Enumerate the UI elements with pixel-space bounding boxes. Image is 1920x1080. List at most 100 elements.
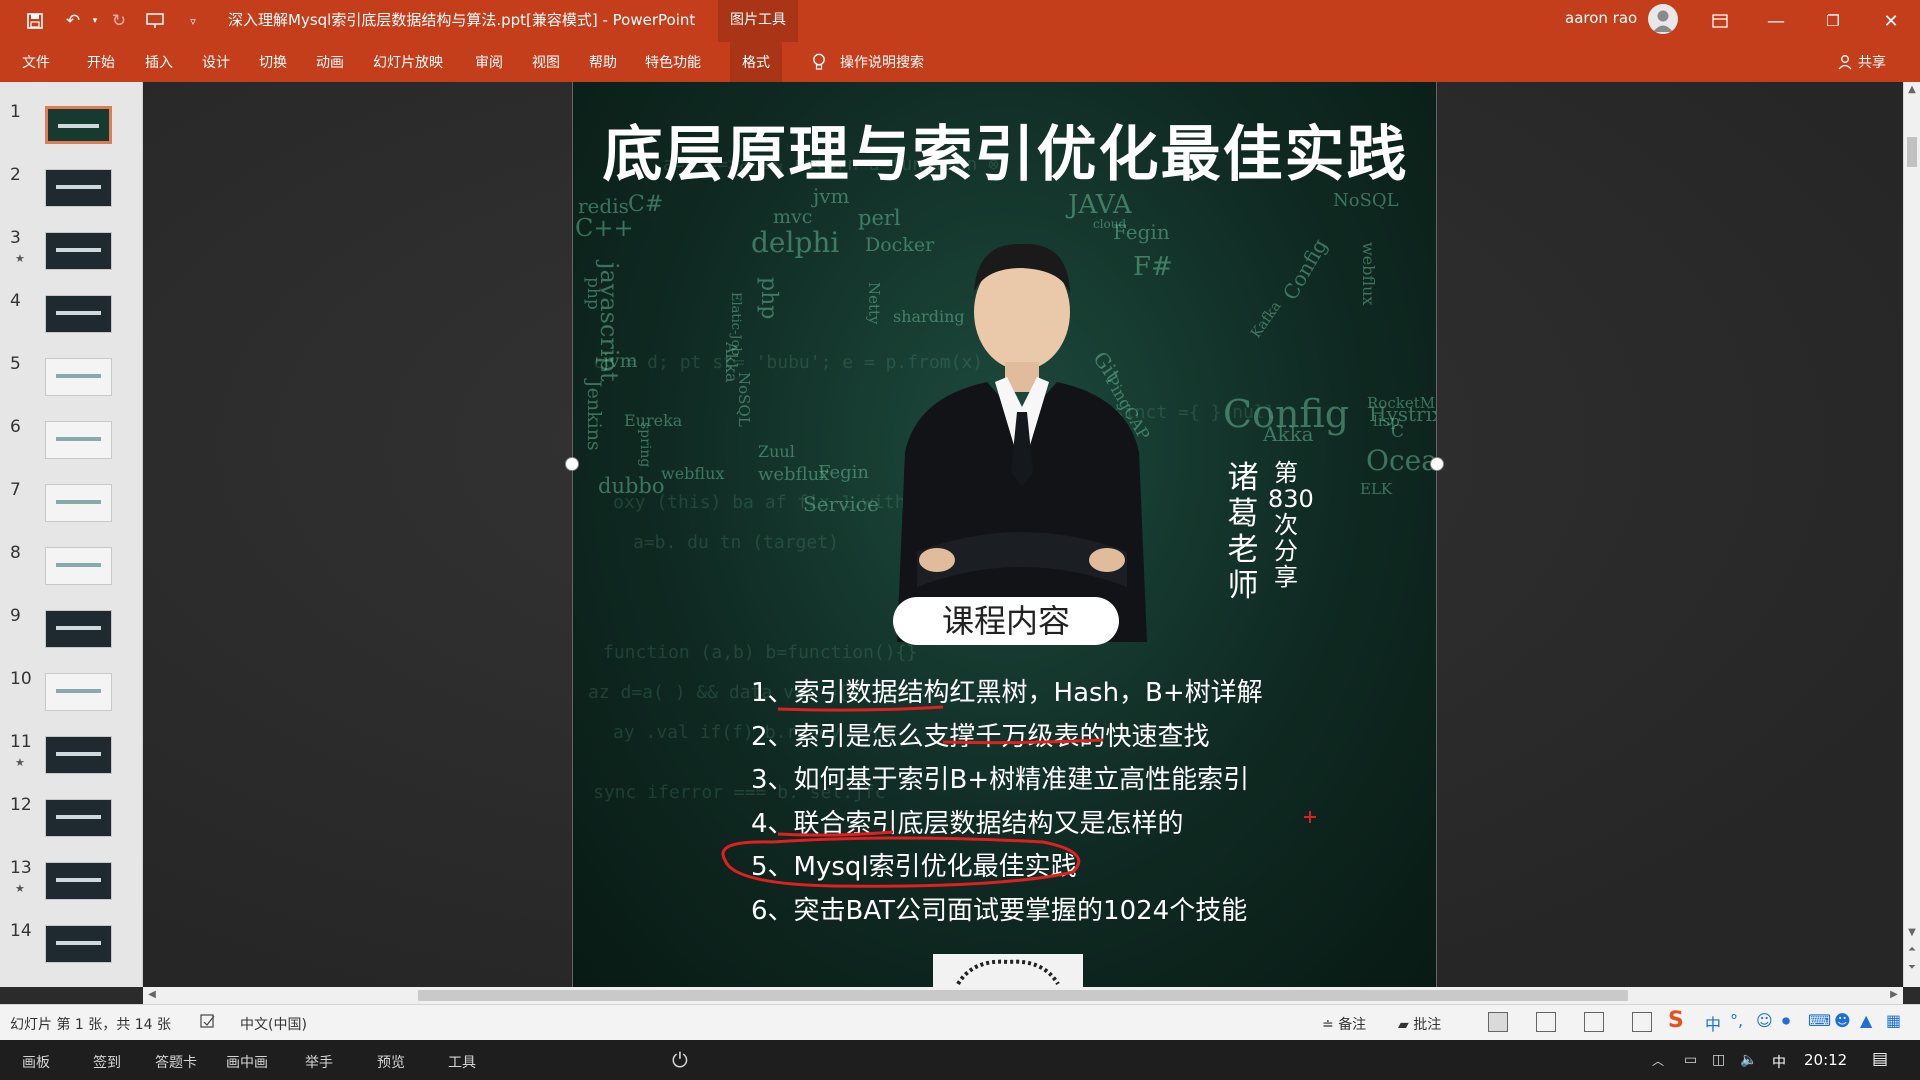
slide-thumbnail[interactable]: 1 [0, 102, 143, 162]
tab-view[interactable]: 视图 [532, 52, 560, 72]
language-indicator[interactable]: 中文(中国) [240, 1014, 307, 1034]
avatar[interactable] [1648, 4, 1678, 34]
horizontal-scroll-thumb[interactable] [418, 990, 1628, 1001]
ime-user-icon[interactable]: ☻ [1834, 1011, 1851, 1030]
slide-thumbnail[interactable]: 9 [0, 606, 143, 666]
thumbnail-image [45, 484, 112, 522]
taskbar-sign-in[interactable]: 签到 [93, 1052, 121, 1072]
slide-thumbnail[interactable]: 11 ★ [0, 732, 143, 792]
tab-special-features[interactable]: 特色功能 [645, 52, 701, 72]
slide-counter: 幻灯片 第 1 张，共 14 张 [10, 1017, 171, 1033]
taskbar-whiteboard[interactable]: 画板 [22, 1052, 50, 1072]
spelling-check-icon[interactable] [200, 1013, 216, 1033]
notification-icon[interactable]: ▤ [1872, 1049, 1888, 1069]
ime-keyboard-icon[interactable]: ⌨ [1808, 1011, 1831, 1030]
ribbon-display-options-icon[interactable] [1697, 6, 1743, 36]
thumbnail-image [45, 106, 112, 144]
power-icon[interactable]: ⏻ [672, 1048, 688, 1072]
tab-slideshow[interactable]: 幻灯片放映 [373, 52, 443, 72]
tab-review[interactable]: 审阅 [475, 52, 503, 72]
network-icon[interactable]: ◫ [1712, 1052, 1725, 1068]
background-tech-word: Eureka [624, 411, 683, 430]
slide-thumbnail[interactable]: 7 [0, 480, 143, 540]
scroll-left-icon[interactable]: ◀ [145, 989, 159, 1000]
volume-icon[interactable]: 🔈 [1740, 1052, 1757, 1068]
battery-icon[interactable]: ▭ [1684, 1052, 1697, 1068]
slide-thumbnail[interactable]: 6 [0, 417, 143, 477]
thumbnail-number: 13 [10, 858, 32, 878]
taskbar-tools[interactable]: 工具 [448, 1052, 476, 1072]
background-tech-word: jvm [813, 184, 850, 208]
taskbar-picture-in-picture[interactable]: 画中画 [226, 1052, 268, 1072]
reading-view-icon[interactable] [1584, 1012, 1604, 1032]
tell-me-search[interactable]: 操作说明搜索 [812, 52, 924, 72]
ime-chinese-mode-icon[interactable]: 中 [1705, 1011, 1721, 1035]
slide-thumbnail[interactable]: 10 [0, 669, 143, 729]
ime-voice-icon[interactable]: ⏺ [1782, 1011, 1790, 1031]
horizontal-scrollbar[interactable]: ◀ ▶ [143, 987, 1903, 1004]
picture-tools-label: 图片工具 [718, 0, 798, 42]
thumbnail-number: 1 [10, 102, 21, 122]
qr-code-image [933, 954, 1083, 987]
taskbar-preview[interactable]: 预览 [377, 1052, 405, 1072]
previous-slide-icon[interactable]: ⏶ [1905, 944, 1919, 955]
slide-thumbnail[interactable]: 14 [0, 921, 143, 981]
slide-thumbnail[interactable]: 3 ★ [0, 228, 143, 288]
normal-view-icon[interactable] [1488, 1012, 1508, 1032]
tab-format[interactable]: 格式 [730, 42, 782, 82]
sogou-ime-icon[interactable]: S [1668, 1008, 1684, 1033]
comments-button[interactable]: ▰ 批注 [1398, 1014, 1441, 1034]
status-bar: 幻灯片 第 1 张，共 14 张 中文(中国) ≐ 备注 ▰ 批注 S 中 °,… [0, 1004, 1920, 1040]
customize-toolbar-icon[interactable]: ▿ [180, 10, 206, 32]
vertical-scroll-thumb[interactable] [1907, 137, 1917, 167]
share-button[interactable]: 共享 [1838, 52, 1886, 72]
next-slide-icon[interactable]: ⏷ [1905, 962, 1919, 973]
ime-emoji-icon[interactable]: ☺ [1756, 1011, 1773, 1030]
tab-help[interactable]: 帮助 [589, 52, 617, 72]
vertical-scrollbar[interactable]: ▲ ▼ ⏶ ⏷ [1903, 82, 1920, 987]
scroll-down-icon[interactable]: ▼ [1905, 927, 1919, 938]
close-icon[interactable]: ✕ [1868, 6, 1914, 36]
ime-punctuation-icon[interactable]: °, [1730, 1011, 1743, 1030]
slide-thumbnail[interactable]: 2 [0, 165, 143, 225]
clock[interactable]: 20:12 [1804, 1051, 1847, 1069]
restore-icon[interactable]: ❐ [1810, 6, 1856, 36]
slide-thumbnail[interactable]: 8 [0, 543, 143, 603]
undo-dropdown-icon[interactable]: ▾ [82, 10, 108, 32]
thumbnail-number: 10 [10, 669, 32, 689]
scroll-right-icon[interactable]: ▶ [1887, 989, 1901, 1000]
present-from-start-icon[interactable] [142, 10, 168, 32]
ime-skin-icon[interactable]: ▲ [1860, 1011, 1872, 1030]
minimize-icon[interactable]: — [1753, 6, 1799, 36]
tab-file[interactable]: 文件 [22, 52, 50, 72]
slide-thumbnail[interactable]: 5 [0, 354, 143, 414]
resize-handle-left[interactable] [565, 457, 579, 471]
tab-insert[interactable]: 插入 [145, 52, 173, 72]
tab-animations[interactable]: 动画 [316, 52, 344, 72]
input-method-indicator[interactable]: 中 [1772, 1052, 1786, 1072]
user-name[interactable]: aaron rao [1565, 9, 1637, 27]
current-slide[interactable]: a=b ==>a ⊗& return a=function ⊗ cc = d; … [572, 82, 1437, 987]
scroll-up-icon[interactable]: ▲ [1905, 84, 1919, 95]
taskbar-raise-hand[interactable]: 举手 [305, 1052, 333, 1072]
slide-thumbnail[interactable]: 13 ★ [0, 858, 143, 918]
redo-icon[interactable]: ↻ [106, 10, 132, 32]
slide-thumbnail[interactable]: 4 [0, 291, 143, 351]
tab-home[interactable]: 开始 [87, 52, 115, 72]
tray-expand-icon[interactable]: ︿ [1652, 1052, 1664, 1069]
background-tech-word: Service [803, 492, 879, 516]
taskbar-answer-card[interactable]: 答题卡 [155, 1052, 197, 1072]
notes-button[interactable]: ≐ 备注 [1322, 1014, 1366, 1034]
background-tech-word: Config [1278, 234, 1332, 304]
tab-transitions[interactable]: 切换 [259, 52, 287, 72]
tab-design[interactable]: 设计 [202, 52, 230, 72]
resize-handle-right[interactable] [1430, 457, 1444, 471]
thumbnail-image [45, 421, 112, 459]
slide-sorter-view-icon[interactable] [1536, 1012, 1556, 1032]
slideshow-view-icon[interactable] [1632, 1012, 1652, 1032]
save-icon[interactable] [22, 10, 48, 32]
course-list: 1、索引数据结构红黑树，Hash，B+树详解 2、索引是怎么支撑千万级表的快速查… [751, 672, 1351, 933]
thumbnail-number: 3 [10, 228, 21, 248]
slide-thumbnail[interactable]: 12 [0, 795, 143, 855]
ime-toolbox-icon[interactable]: ▦ [1886, 1011, 1901, 1030]
